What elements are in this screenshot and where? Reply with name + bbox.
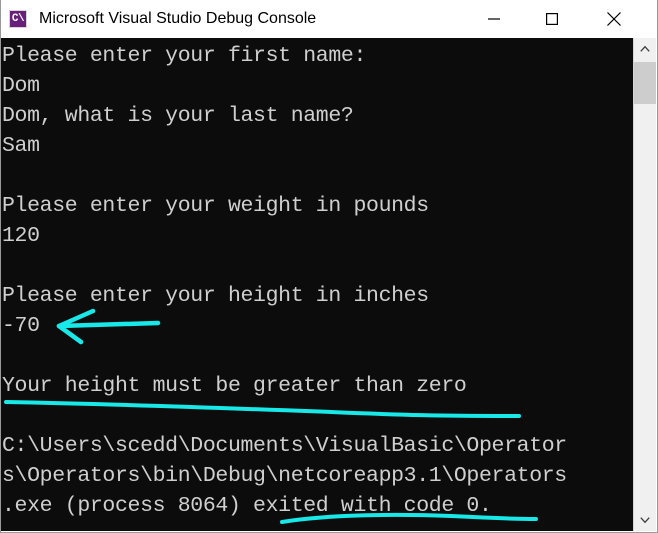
maximize-button[interactable] [529,0,575,38]
minimize-button[interactable] [471,0,517,38]
scrollbar-thumb[interactable] [634,62,656,104]
title-bar[interactable]: C\ Microsoft Visual Studio Debug Console [1,0,657,39]
console-vertical-scrollbar[interactable] [633,38,656,531]
console-output-area[interactable]: Please enter your first name: Dom Dom, w… [1,38,635,531]
chevron-down-icon [640,517,650,524]
visual-studio-console-icon-glyph: C\ [11,13,25,25]
visual-studio-console-icon: C\ [9,10,27,28]
window-title: Microsoft Visual Studio Debug Console [39,10,317,27]
console-window: C\ Microsoft Visual Studio Debug Console… [0,0,658,533]
chevron-up-icon [640,45,650,52]
scrollbar-down-arrow-button[interactable] [634,509,656,531]
console-output-text: Please enter your first name: Dom Dom, w… [2,44,567,518]
minimize-icon [488,18,500,20]
close-icon [607,12,621,26]
maximize-icon [546,13,558,25]
close-button[interactable] [591,0,637,38]
scrollbar-up-arrow-button[interactable] [634,38,656,60]
